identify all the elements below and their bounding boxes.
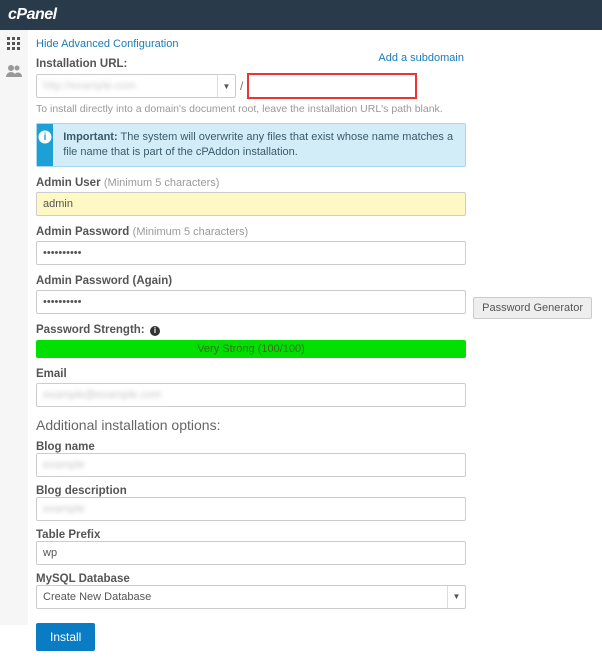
- users-icon[interactable]: [5, 64, 23, 78]
- mysql-db-label: MySQL Database: [36, 573, 466, 585]
- chevron-down-icon: ▼: [217, 75, 235, 97]
- domain-select-value: http://example.com: [43, 80, 136, 92]
- email-label: Email: [36, 368, 67, 380]
- admin-user-label: Admin User: [36, 177, 101, 189]
- install-path-input[interactable]: [247, 73, 417, 99]
- admin-user-hint: (Minimum 5 characters): [104, 177, 220, 189]
- slash-separator: /: [240, 79, 243, 93]
- password-generator-button[interactable]: Password Generator: [473, 297, 592, 319]
- add-subdomain-link[interactable]: Add a subdomain: [378, 52, 464, 64]
- additional-options-title: Additional installation options:: [36, 417, 466, 433]
- install-url-row: http://example.com ▼ /: [36, 73, 466, 99]
- sidebar: [0, 30, 28, 625]
- callout-message: Important: The system will overwrite any…: [53, 124, 465, 166]
- domain-select[interactable]: http://example.com ▼: [36, 74, 236, 98]
- callout-body: The system will overwrite any files that…: [63, 131, 453, 158]
- page-body: Hide Advanced Configuration Add a subdom…: [0, 30, 602, 661]
- hide-advanced-link[interactable]: Hide Advanced Configuration: [36, 38, 178, 50]
- table-prefix-label: Table Prefix: [36, 529, 466, 541]
- admin-password2-label: Admin Password (Again): [36, 275, 172, 287]
- admin-password-hint: (Minimum 5 characters): [133, 226, 249, 238]
- top-bar: cPanel: [0, 0, 602, 30]
- password-strength-label: Password Strength:: [36, 324, 145, 336]
- blog-desc-value: example: [43, 503, 85, 515]
- blog-name-input[interactable]: example: [36, 453, 466, 477]
- grid-icon[interactable]: [6, 36, 22, 52]
- callout-title: Important:: [63, 131, 117, 143]
- blog-name-value: example: [43, 459, 85, 471]
- admin-password2-input[interactable]: ••••••••••: [36, 290, 466, 314]
- table-prefix-value: wp: [43, 547, 57, 559]
- admin-password2-value: ••••••••••: [43, 296, 82, 308]
- admin-user-input[interactable]: admin: [36, 192, 466, 216]
- email-input[interactable]: example@example.com: [36, 383, 466, 407]
- email-value: example@example.com: [43, 389, 161, 401]
- password-strength-value: Very Strong (100/100): [197, 343, 305, 355]
- install-button[interactable]: Install: [36, 623, 95, 651]
- blog-desc-input[interactable]: example: [36, 497, 466, 521]
- main-content: Hide Advanced Configuration Add a subdom…: [28, 30, 602, 661]
- install-url-hint: To install directly into a domain's docu…: [36, 103, 466, 115]
- chevron-down-icon: ▼: [447, 586, 465, 608]
- info-icon: i: [37, 124, 53, 166]
- blog-desc-label: Blog description: [36, 485, 466, 497]
- important-callout: i Important: The system will overwrite a…: [36, 123, 466, 167]
- svg-text:i: i: [44, 132, 47, 143]
- table-prefix-input[interactable]: wp: [36, 541, 466, 565]
- blog-name-label: Blog name: [36, 441, 466, 453]
- cpanel-logo: cPanel: [8, 6, 57, 24]
- password-strength-bar: Very Strong (100/100): [36, 340, 466, 358]
- admin-user-value: admin: [43, 198, 73, 210]
- admin-password-value: ••••••••••: [43, 247, 82, 259]
- admin-password-input[interactable]: ••••••••••: [36, 241, 466, 265]
- mysql-db-value: Create New Database: [43, 591, 151, 603]
- admin-password-label: Admin Password: [36, 226, 129, 238]
- help-icon[interactable]: i: [150, 326, 160, 336]
- mysql-db-select[interactable]: Create New Database ▼: [36, 585, 466, 609]
